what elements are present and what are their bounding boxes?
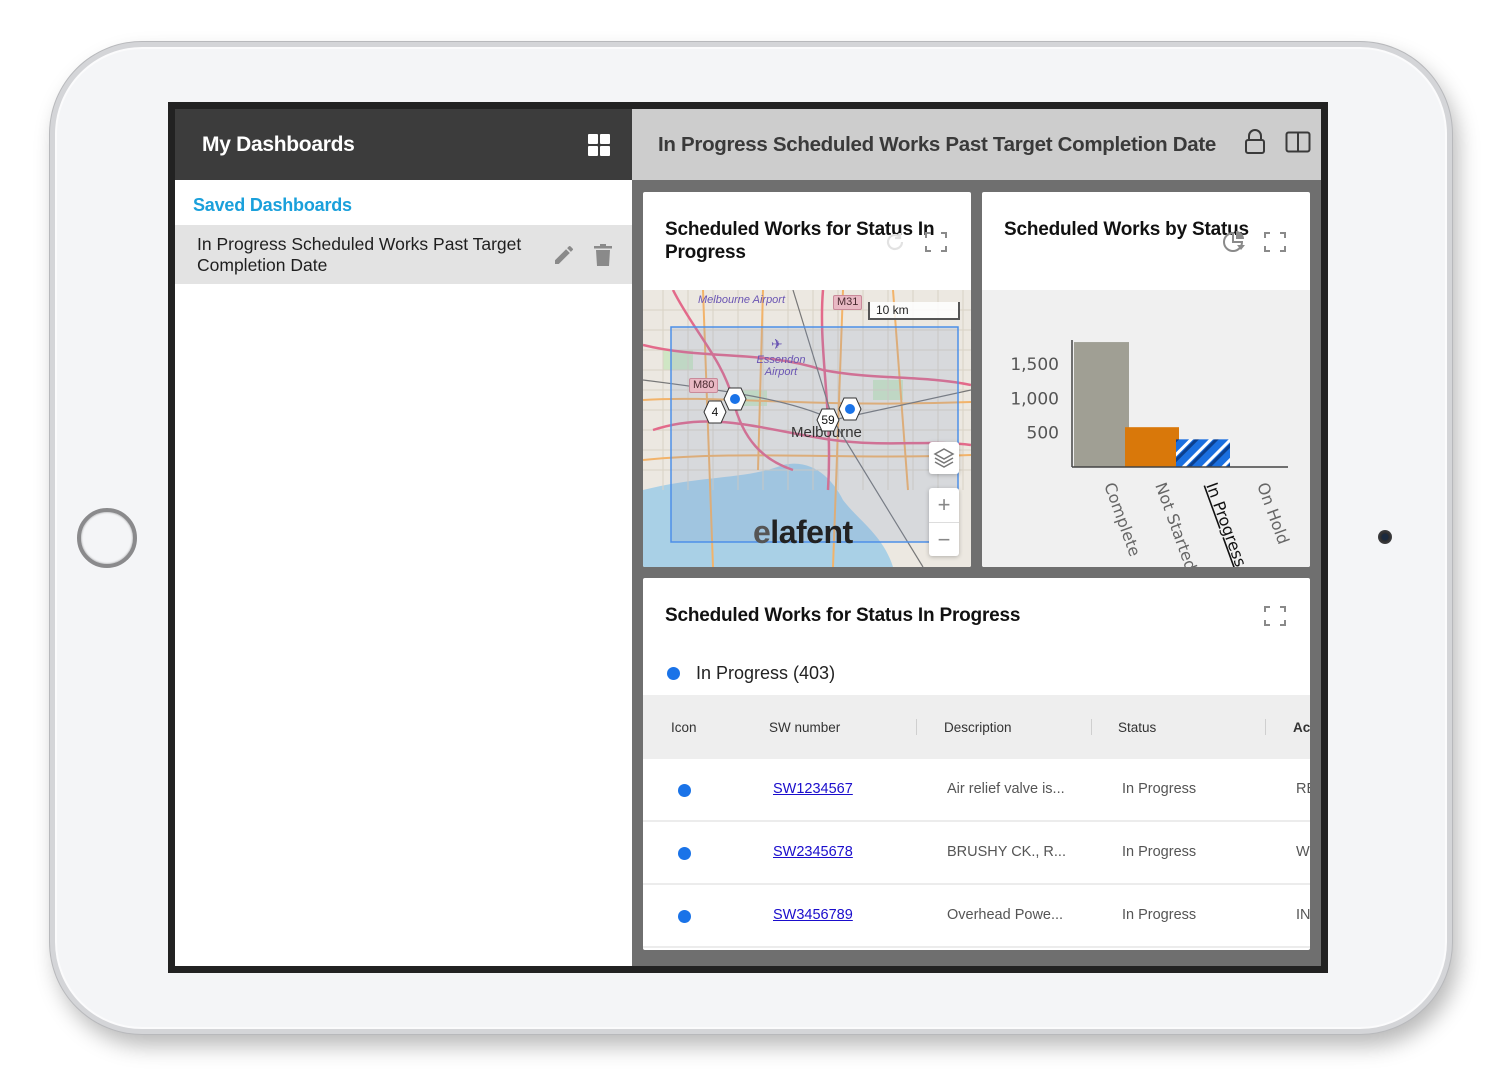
road-shield-m31: M31	[833, 295, 863, 310]
column-header-description[interactable]: Description	[944, 720, 1012, 735]
legend-dot-icon	[667, 667, 680, 680]
status-cell: In Progress	[1122, 844, 1197, 860]
action-cell: RE	[1296, 781, 1310, 797]
saved-dashboard-label: In Progress Scheduled Works Past Target …	[197, 233, 522, 275]
x-tick-label[interactable]: Complete	[1100, 480, 1144, 559]
x-tick-label[interactable]: On Hold	[1253, 480, 1293, 547]
status-dot-icon	[678, 910, 691, 923]
column-header-sw-number[interactable]: SW number	[769, 720, 840, 735]
fullscreen-icon[interactable]	[925, 232, 947, 257]
table-header: Icon SW number Description Status Ac	[643, 695, 1310, 759]
saved-dashboard-item[interactable]: In Progress Scheduled Works Past Target …	[175, 225, 632, 284]
bar-chart: 500 1,000 1,500 Complete Not Started In Prog…	[982, 290, 1310, 567]
layers-icon	[933, 448, 955, 468]
elafent-logo: elafent	[753, 514, 853, 550]
status-cell: In Progress	[1122, 907, 1197, 923]
table-widget: Scheduled Works for Status In Progress I…	[643, 578, 1310, 950]
table-row[interactable]: SW3456789 Overhead Powe... In Progress I…	[643, 885, 1310, 948]
legend-label: In Progress (403)	[696, 663, 836, 683]
cluster-count: 4	[711, 405, 719, 419]
y-tick-label: 1,000	[1010, 389, 1059, 409]
map-zoom-control: + −	[929, 488, 959, 556]
description-cell: Air relief valve is...	[947, 781, 1065, 797]
sidebar-header: My Dashboards	[175, 109, 632, 180]
road-shield-m80: M80	[689, 378, 719, 393]
y-tick-label: 1,500	[1010, 355, 1059, 375]
map-cluster-marker[interactable]: 59	[816, 408, 840, 432]
column-divider[interactable]	[1265, 719, 1266, 735]
front-camera	[1378, 530, 1392, 544]
status-dot-icon	[678, 784, 691, 797]
zoom-in-button[interactable]: +	[929, 488, 959, 522]
chart-widget-title: Scheduled Works by Status	[1004, 219, 1249, 240]
status-legend[interactable]: In Progress (403)	[667, 663, 835, 684]
map-scale-bar: 10 km	[868, 302, 960, 320]
column-divider[interactable]	[1091, 719, 1092, 735]
action-cell: IN	[1296, 907, 1310, 923]
map-widget: Scheduled Works for Status In Progress M…	[643, 192, 971, 567]
description-cell: BRUSHY CK., R...	[947, 844, 1066, 860]
airport-plane-icon: ✈	[771, 336, 783, 352]
map-label-essendon-airport: Essendon Airport	[756, 354, 806, 378]
screen: My Dashboards Saved Dashboards In Progre…	[168, 102, 1328, 973]
table-row[interactable]: SW1234567 Air relief valve is... In Prog…	[643, 759, 1310, 822]
bar-chart-svg: 500 1,000 1,500 Complete Not Started In Prog…	[1010, 340, 1293, 567]
sw-number-link[interactable]: SW1234567	[773, 781, 853, 797]
chart-widget: Scheduled Works by Status 500 1,000 1,50…	[982, 192, 1310, 567]
map-marker-point[interactable]	[838, 397, 862, 421]
map-layers-button[interactable]	[929, 442, 959, 474]
home-button[interactable]	[77, 508, 137, 568]
y-tick-label: 500	[1027, 424, 1059, 444]
map-view[interactable]: Melbourne Airport Essendon Airport ✈ M31…	[643, 290, 971, 567]
sw-number-link[interactable]: SW3456789	[773, 907, 853, 923]
fullscreen-icon[interactable]	[1264, 232, 1286, 257]
saved-dashboards-label: Saved Dashboards	[193, 195, 352, 215]
delete-trash-icon[interactable]	[592, 243, 614, 267]
sw-number-link[interactable]: SW2345678	[773, 844, 853, 860]
column-header-icon[interactable]: Icon	[671, 720, 697, 735]
bar-complete[interactable]	[1074, 342, 1129, 467]
works-table: Icon SW number Description Status Ac SW1…	[643, 695, 1310, 948]
fullscreen-icon[interactable]	[1264, 606, 1286, 631]
table-widget-title: Scheduled Works for Status In Progress	[665, 605, 1021, 626]
column-header-status[interactable]: Status	[1118, 720, 1156, 735]
status-cell: In Progress	[1122, 781, 1197, 797]
map-cluster-marker[interactable]: 4	[703, 400, 727, 424]
zoom-out-button[interactable]: −	[929, 522, 959, 556]
x-tick-label[interactable]: In Progress	[1202, 480, 1250, 567]
column-divider[interactable]	[916, 719, 917, 735]
table-row[interactable]: SW2345678 BRUSHY CK., R... In Progress W	[643, 822, 1310, 885]
bar-in-progress[interactable]	[1176, 439, 1230, 467]
dashboard-title: In Progress Scheduled Works Past Target …	[658, 132, 1217, 156]
action-cell: W	[1296, 844, 1310, 860]
dashboard-main: In Progress Scheduled Works Past Target …	[632, 109, 1321, 966]
x-tick-label[interactable]: Not Started	[1151, 480, 1200, 567]
status-dot-icon	[678, 847, 691, 860]
map-label-melbourne-airport: Melbourne Airport	[698, 294, 786, 306]
bar-not-started[interactable]	[1125, 427, 1179, 467]
cluster-count: 59	[821, 413, 835, 427]
dashboard-grid-icon[interactable]	[588, 133, 610, 156]
lock-icon[interactable]	[1243, 129, 1267, 160]
split-view-icon[interactable]	[1285, 131, 1311, 158]
description-cell: Overhead Powe...	[947, 907, 1064, 923]
pie-chart-icon[interactable]	[1222, 230, 1246, 259]
table-body: SW1234567 Air relief valve is... In Prog…	[643, 759, 1310, 948]
sidebar: My Dashboards Saved Dashboards In Progre…	[175, 109, 632, 966]
dashboard-header: In Progress Scheduled Works Past Target …	[632, 109, 1321, 180]
edit-pencil-icon[interactable]	[552, 243, 576, 267]
column-header-action[interactable]: Ac	[1293, 720, 1310, 735]
sidebar-title: My Dashboards	[202, 132, 355, 156]
refresh-icon[interactable]	[883, 230, 907, 259]
